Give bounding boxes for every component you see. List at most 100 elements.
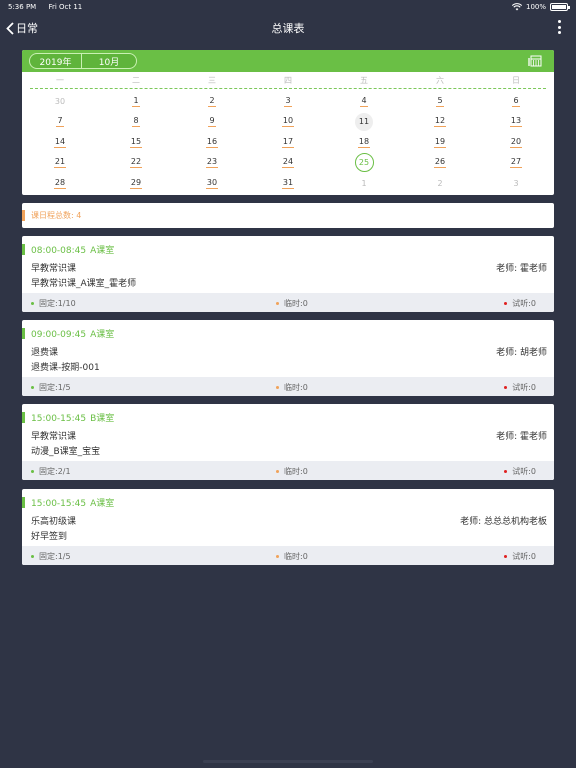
month-selector[interactable]: 2019年 10月 xyxy=(29,53,137,69)
calendar-day-number: 2 xyxy=(437,178,443,188)
calendar-day[interactable]: 14 xyxy=(22,132,98,152)
course-card[interactable]: 08:00-08:45 A课室 早教常识课 老师: 霍老师 早教常识课_A课室_霍… xyxy=(22,236,554,312)
calendar-day[interactable]: 6 xyxy=(478,91,554,111)
stat-fixed: 固定:1/10 xyxy=(31,298,76,309)
calendar-icon[interactable] xyxy=(528,55,542,67)
accent-bar xyxy=(22,244,25,255)
stat-temp: 临时:0 xyxy=(276,551,308,562)
calendar-day[interactable]: 16 xyxy=(174,132,250,152)
calendar-day[interactable]: 23 xyxy=(174,153,250,173)
calendar-day[interactable]: 11 xyxy=(326,112,402,132)
course-time: 15:00-15:45 xyxy=(31,499,87,509)
more-icon[interactable] xyxy=(556,20,562,34)
weekday-label: 日 xyxy=(512,75,520,85)
stat-fixed-label: 固定:1/5 xyxy=(39,552,71,561)
calendar-day[interactable]: 17 xyxy=(250,132,326,152)
calendar: 2019年 10月 一 二 三 四 五 六 日 30 1 2 3 4 5 6 7 8 9 10 11 1… xyxy=(22,50,554,195)
calendar-day[interactable]: 1 xyxy=(326,173,402,193)
calendar-day[interactable]: 4 xyxy=(326,91,402,111)
calendar-day-number: 22 xyxy=(129,157,143,169)
month-label[interactable]: 10月 xyxy=(82,54,136,68)
calendar-week-row: 21 22 23 24 25 26 27 xyxy=(22,153,554,174)
calendar-day-number: 23 xyxy=(205,157,219,169)
calendar-day[interactable]: 26 xyxy=(402,153,478,173)
calendar-day-number: 16 xyxy=(205,136,219,148)
calendar-day[interactable]: 25 xyxy=(326,153,402,173)
calendar-day-number: 29 xyxy=(129,177,143,189)
calendar-day-number: 15 xyxy=(129,136,143,148)
calendar-day[interactable]: 13 xyxy=(478,112,554,132)
stat-trial-label: 试听:0 xyxy=(512,383,536,392)
course-stats: 固定:1/5 临时:0 试听:0 xyxy=(22,546,554,565)
calendar-day-number: 18 xyxy=(357,136,371,148)
calendar-day-number: 8 xyxy=(132,116,140,128)
calendar-day[interactable]: 10 xyxy=(250,112,326,132)
calendar-day[interactable]: 2 xyxy=(402,173,478,193)
calendar-day[interactable]: 29 xyxy=(98,173,174,193)
status-time: 5:36 PM xyxy=(8,3,37,11)
stat-fixed: 固定:2/1 xyxy=(31,466,71,477)
orange-dot-icon xyxy=(276,555,279,558)
wifi-icon xyxy=(511,3,522,11)
course-stats: 固定:1/10 临时:0 试听:0 xyxy=(22,293,554,312)
calendar-day[interactable]: 8 xyxy=(98,112,174,132)
accent-bar xyxy=(22,412,25,423)
calendar-day-number: 6 xyxy=(512,95,520,107)
course-time-row: 15:00-15:45 B课室 xyxy=(31,411,114,424)
course-description: 动漫_B课室_宝宝 xyxy=(31,447,101,457)
stat-temp: 临时:0 xyxy=(276,298,308,309)
orange-dot-icon xyxy=(276,470,279,473)
course-room: B课室 xyxy=(90,414,115,424)
calendar-day[interactable]: 1 xyxy=(98,91,174,111)
calendar-day[interactable]: 30 xyxy=(174,173,250,193)
home-indicator xyxy=(203,760,373,763)
course-time-row: 15:00-15:45 A课室 xyxy=(31,496,114,509)
calendar-day-number: 25 xyxy=(354,153,374,173)
course-description: 好早签到 xyxy=(31,532,68,542)
calendar-day[interactable]: 28 xyxy=(22,173,98,193)
calendar-day[interactable]: 21 xyxy=(22,153,98,173)
calendar-day-number: 26 xyxy=(433,157,447,169)
calendar-week-row: 14 15 16 17 18 19 20 xyxy=(22,132,554,153)
calendar-day[interactable]: 31 xyxy=(250,173,326,193)
calendar-day[interactable]: 7 xyxy=(22,112,98,132)
calendar-day[interactable]: 15 xyxy=(98,132,174,152)
year-label[interactable]: 2019年 xyxy=(30,54,82,68)
calendar-day[interactable]: 5 xyxy=(402,91,478,111)
course-card[interactable]: 15:00-15:45 B课室 早教常识课 老师: 霍老师 动漫_B课室_宝宝 固… xyxy=(22,404,554,480)
calendar-day[interactable]: 3 xyxy=(478,173,554,193)
calendar-day[interactable]: 20 xyxy=(478,132,554,152)
calendar-day-number: 11 xyxy=(355,112,373,131)
calendar-day-number: 1 xyxy=(132,95,140,107)
calendar-day-number: 24 xyxy=(281,157,295,169)
calendar-day-number: 9 xyxy=(208,116,216,128)
calendar-day[interactable]: 9 xyxy=(174,112,250,132)
calendar-day-number: 19 xyxy=(433,136,447,148)
red-dot-icon xyxy=(504,386,508,389)
calendar-day-number: 31 xyxy=(281,177,295,189)
calendar-day[interactable]: 24 xyxy=(250,153,326,173)
course-teacher: 老师: 霍老师 xyxy=(496,432,547,442)
course-card[interactable]: 09:00-09:45 A课室 退费课 老师: 胡老师 退费课-按期-001 固定… xyxy=(22,320,554,396)
calendar-day-number: 28 xyxy=(53,177,67,189)
weekday-label: 二 xyxy=(132,75,140,85)
course-name: 乐高初级课 xyxy=(31,517,77,527)
page-title: 总课表 xyxy=(271,22,305,35)
calendar-day[interactable]: 22 xyxy=(98,153,174,173)
nav-bar: 日常 总课表 xyxy=(0,14,576,42)
calendar-day[interactable]: 2 xyxy=(174,91,250,111)
course-card[interactable]: 15:00-15:45 A课室 乐高初级课 老师: 总总总机构老板 好早签到 固定… xyxy=(22,489,554,565)
calendar-day[interactable]: 30 xyxy=(22,91,98,111)
calendar-day[interactable]: 12 xyxy=(402,112,478,132)
course-stats: 固定:1/5 临时:0 试听:0 xyxy=(22,377,554,396)
calendar-day-number: 30 xyxy=(205,177,219,189)
calendar-day-number: 12 xyxy=(433,116,447,128)
calendar-day[interactable]: 27 xyxy=(478,153,554,173)
calendar-day[interactable]: 19 xyxy=(402,132,478,152)
stat-temp-label: 临时:0 xyxy=(284,299,308,308)
calendar-day[interactable]: 18 xyxy=(326,132,402,152)
accent-bar xyxy=(22,497,25,508)
red-dot-icon xyxy=(504,470,508,473)
stat-trial: 试听:0 xyxy=(504,382,536,393)
calendar-day[interactable]: 3 xyxy=(250,91,326,111)
